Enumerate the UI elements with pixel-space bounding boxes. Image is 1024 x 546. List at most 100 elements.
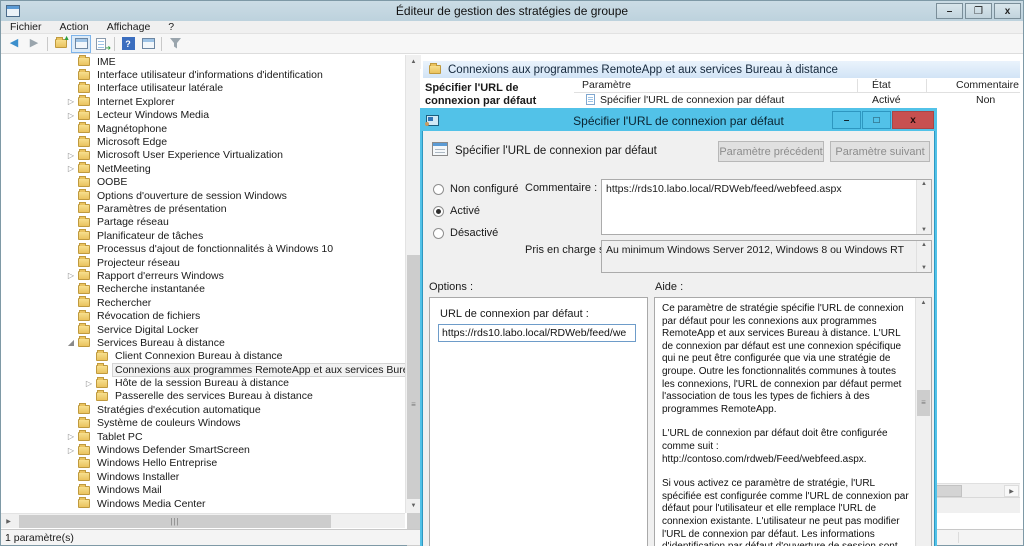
export-list-icon[interactable]: ➜ bbox=[91, 35, 111, 53]
menu-help[interactable]: ? bbox=[159, 21, 183, 33]
tree-item[interactable]: Système de couleurs Windows bbox=[2, 416, 405, 430]
policy-tree: IME Interface utilisateur d'informations … bbox=[2, 55, 405, 513]
tree-item[interactable]: Microsoft Edge bbox=[2, 135, 405, 148]
expand-icon[interactable]: ▷ bbox=[66, 111, 76, 120]
radio-icon bbox=[433, 183, 444, 195]
tree-item-label: Interface utilisateur d'informations d'i… bbox=[97, 69, 323, 82]
tree-item-label: Interface utilisateur latérale bbox=[97, 82, 224, 95]
expand-icon[interactable]: ▷ bbox=[66, 151, 76, 160]
close-button[interactable]: x bbox=[994, 3, 1021, 19]
tree-item[interactable]: Planificateur de tâches bbox=[2, 229, 405, 242]
tree-item[interactable]: Paramètres de présentation bbox=[2, 202, 405, 215]
tree-item[interactable]: Service Digital Locker bbox=[2, 323, 405, 336]
tree-item[interactable]: Windows Hello Entreprise bbox=[2, 456, 405, 470]
dialog-maximize-button[interactable]: □ bbox=[862, 111, 891, 129]
tree-item[interactable]: ▷ NetMeeting bbox=[2, 162, 405, 175]
tree-item[interactable]: Partage réseau bbox=[2, 215, 405, 229]
column-commentaire[interactable]: Commentaire bbox=[956, 79, 1019, 91]
help-label: Aide : bbox=[655, 281, 684, 293]
expand-icon[interactable]: ▷ bbox=[66, 271, 76, 280]
tree-item[interactable]: Processus d'ajout de fonctionnalités à W… bbox=[2, 242, 405, 255]
folder-icon bbox=[78, 242, 90, 254]
minimize-button[interactable]: – bbox=[936, 3, 963, 19]
scroll-up-icon[interactable]: ▲ bbox=[916, 300, 931, 306]
tree-item-label: Service Digital Locker bbox=[97, 323, 199, 336]
help-scroll-thumb[interactable]: ≡ bbox=[917, 390, 930, 416]
collapse-icon[interactable]: ◢ bbox=[66, 338, 76, 347]
tree-item[interactable]: ▷ Lecteur Windows Media bbox=[2, 108, 405, 122]
tree-item[interactable]: Passerelle des services Bureau à distanc… bbox=[2, 389, 405, 403]
filter-icon[interactable] bbox=[165, 35, 185, 53]
dialog-titlebar: Spécifier l'URL de connexion par défaut … bbox=[422, 110, 935, 131]
back-icon[interactable]: ◀ bbox=[4, 35, 24, 53]
tree-item[interactable]: Projecteur réseau bbox=[2, 256, 405, 269]
column-parametre[interactable]: Paramètre bbox=[582, 79, 631, 91]
dialog-setting-name: Spécifier l'URL de connexion par défaut bbox=[455, 145, 657, 157]
dialog-minimize-button[interactable]: – bbox=[832, 111, 861, 129]
restore-button[interactable]: ❐ bbox=[965, 3, 992, 19]
tree-item[interactable]: ◢ Services Bureau à distance bbox=[2, 336, 405, 349]
properties-window-icon[interactable] bbox=[138, 35, 158, 53]
menu-affichage[interactable]: Affichage bbox=[98, 21, 160, 33]
setting-row[interactable]: Spécifier l'URL de connexion par défaut … bbox=[574, 93, 1020, 107]
tree-item[interactable]: Windows Mail bbox=[2, 483, 405, 497]
dialog-close-button[interactable]: x bbox=[892, 111, 934, 129]
help-scrollbar[interactable]: ▲ ≡ ▼ bbox=[915, 298, 931, 546]
tree-item[interactable]: Client Connexion Bureau à distance bbox=[2, 349, 405, 363]
previous-setting-button[interactable]: Paramètre précédent bbox=[718, 141, 824, 162]
tree-item[interactable]: Rechercher bbox=[2, 296, 405, 309]
tree-item[interactable]: IME bbox=[2, 55, 405, 68]
tree-item[interactable]: ▷ Internet Explorer bbox=[2, 95, 405, 108]
tree-item[interactable]: Recherche instantanée bbox=[2, 282, 405, 296]
tree-item[interactable]: Connexions aux programmes RemoteApp et a… bbox=[2, 362, 405, 377]
tree-item[interactable]: ▷ Rapport d'erreurs Windows bbox=[2, 269, 405, 282]
tree-item[interactable]: Windows Media Center bbox=[2, 497, 405, 510]
radio-non-configure[interactable]: Non configuré bbox=[433, 183, 519, 195]
scroll-down-icon[interactable]: ▼ bbox=[406, 499, 421, 513]
tree-item-label: Microsoft Edge bbox=[97, 136, 168, 149]
comment-textarea[interactable]: https://rds10.labo.local/RDWeb/feed/webf… bbox=[601, 179, 932, 235]
tree-item[interactable]: ▷ Hôte de la session Bureau à distance bbox=[2, 376, 405, 389]
radio-desactive[interactable]: Désactivé bbox=[433, 227, 498, 239]
comment-label: Commentaire : bbox=[525, 182, 598, 194]
expand-icon[interactable]: ▷ bbox=[66, 97, 76, 106]
tree-item[interactable]: ▷ Microsoft User Experience Virtualizatio… bbox=[2, 148, 405, 162]
menu-fichier[interactable]: Fichier bbox=[1, 21, 51, 33]
menu-action[interactable]: Action bbox=[51, 21, 98, 33]
tree-item[interactable]: Interface utilisateur d'informations d'i… bbox=[2, 68, 405, 81]
tree-item[interactable]: Révocation de fichiers bbox=[2, 309, 405, 322]
up-one-level-icon[interactable]: ▲ bbox=[51, 35, 71, 53]
expand-icon[interactable]: ▷ bbox=[66, 446, 76, 455]
expand-icon[interactable]: ▷ bbox=[66, 164, 76, 173]
forward-icon[interactable]: ▶ bbox=[24, 35, 44, 53]
tree-item-label: Partage réseau bbox=[97, 216, 169, 229]
list-hscroll-thumb[interactable] bbox=[936, 485, 962, 497]
show-console-tree-icon[interactable] bbox=[71, 34, 91, 53]
tree-vertical-scrollbar[interactable]: ▲ ≡ ▼ bbox=[405, 55, 421, 546]
url-input[interactable] bbox=[438, 324, 636, 342]
next-setting-button[interactable]: Paramètre suivant bbox=[830, 141, 930, 162]
folder-icon bbox=[96, 349, 108, 361]
scroll-right-icon[interactable]: ▶ bbox=[1, 514, 16, 528]
radio-active[interactable]: Activé bbox=[433, 205, 480, 217]
comment-scrollbar[interactable]: ▲ ▼ bbox=[916, 180, 931, 234]
tree-item[interactable]: OOBE bbox=[2, 175, 405, 189]
tree-item[interactable]: Magnétophone bbox=[2, 122, 405, 135]
tree-item[interactable]: ▷ Tablet PC bbox=[2, 430, 405, 443]
scroll-up-icon[interactable]: ▲ bbox=[406, 55, 421, 69]
tree-hscroll-thumb[interactable]: ||| bbox=[19, 515, 331, 528]
column-etat[interactable]: État bbox=[872, 79, 891, 91]
expand-icon[interactable]: ▷ bbox=[66, 432, 76, 441]
tree-item[interactable]: ▷ Windows Defender SmartScreen bbox=[2, 443, 405, 456]
tree-item[interactable]: Options d'ouverture de session Windows bbox=[2, 189, 405, 202]
folder-icon bbox=[78, 430, 90, 442]
tree-item[interactable]: Windows Installer bbox=[2, 470, 405, 483]
supported-scrollbar[interactable]: ▲ ▼ bbox=[916, 241, 931, 272]
tree-item[interactable]: Interface utilisateur latérale bbox=[2, 81, 405, 95]
tree-item[interactable]: Stratégies d'exécution automatique bbox=[2, 403, 405, 416]
expand-icon[interactable]: ▷ bbox=[84, 379, 94, 388]
scroll-right-icon[interactable]: ▶ bbox=[1004, 485, 1019, 497]
help-icon[interactable]: ? bbox=[118, 35, 138, 53]
grid-header-row: Paramètre État Commentaire bbox=[574, 78, 1020, 93]
tree-horizontal-scrollbar[interactable]: ◀ ||| ▶ bbox=[1, 513, 405, 528]
